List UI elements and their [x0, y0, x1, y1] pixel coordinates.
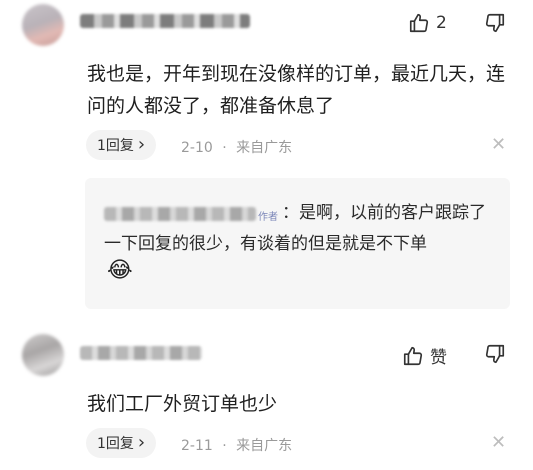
chevron-right-icon: › [137, 432, 146, 453]
reply-count-button[interactable]: 1回复 › [86, 130, 157, 160]
thumbs-down-icon [484, 343, 506, 365]
reply-count-label: 1回复 [97, 138, 134, 154]
like-count: 2 [436, 13, 447, 33]
like-button[interactable]: 2 [408, 12, 447, 34]
comment-location: 来自广东 [236, 140, 293, 156]
dislike-button[interactable] [484, 343, 506, 365]
comment-meta: 2-11 · 来自广东 [181, 435, 292, 455]
comment-date: 2-10 [181, 140, 213, 156]
reply-count-label: 1回复 [97, 436, 134, 452]
username-blurred[interactable] [80, 346, 202, 360]
avatar[interactable] [22, 334, 64, 376]
like-button[interactable]: 赞 [402, 343, 447, 368]
dislike-button[interactable] [484, 12, 506, 34]
like-label: 赞 [430, 348, 447, 368]
username-blurred[interactable] [80, 14, 250, 28]
reply-separator: ： [282, 203, 299, 223]
comment-date: 2-11 [181, 438, 213, 454]
comment-body: 我也是，开年到现在没像样的订单，最近几天，连问的人都没了，都准备休息了 [87, 63, 506, 117]
comment-body: 我们工厂外贸订单也少 [87, 393, 278, 415]
thumbs-down-icon [484, 12, 506, 34]
reply-count-button[interactable]: 1回复 › [86, 428, 157, 458]
meta-separator: · [222, 438, 227, 454]
thumbs-up-icon [402, 345, 424, 367]
reply-preview-text: ：是啊，以前的客户跟踪了一下回复的很少，有谈着的但是就是不下单 [104, 198, 494, 260]
comment-meta: 2-10 · 来自广东 [181, 137, 292, 157]
chevron-right-icon: › [137, 134, 146, 155]
avatar[interactable] [22, 4, 64, 46]
close-icon[interactable]: ✕ [491, 432, 506, 453]
close-icon[interactable]: ✕ [491, 134, 506, 155]
laughing-emoji: 😂 [107, 258, 133, 283]
comment-location: 来自广东 [236, 438, 293, 454]
thumbs-up-icon [408, 12, 430, 34]
meta-separator: · [222, 140, 227, 156]
